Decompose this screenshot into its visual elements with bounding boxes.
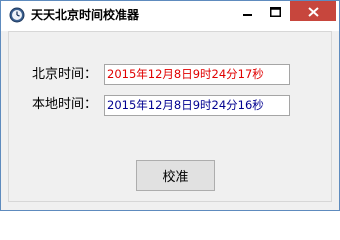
app-window: 天天北京时间校准器 北京时间： 2015年12月8日9时24分17秒 本地时间：… (0, 0, 340, 211)
maximize-button[interactable] (262, 1, 288, 22)
maximize-icon (269, 2, 281, 21)
window-title: 天天北京时间校准器 (31, 8, 140, 22)
close-icon (307, 2, 319, 21)
beijing-time-label: 北京时间： (32, 67, 98, 82)
minimize-icon (243, 2, 253, 21)
close-button[interactable] (290, 1, 336, 21)
title-bar[interactable]: 天天北京时间校准器 (1, 1, 339, 31)
local-time-label: 本地时间： (32, 97, 98, 112)
clock-icon (9, 7, 25, 23)
calibrate-button[interactable]: 校准 (136, 160, 215, 191)
minimize-button[interactable] (235, 1, 261, 22)
beijing-time-field[interactable]: 2015年12月8日9时24分17秒 (104, 64, 290, 85)
local-time-field[interactable]: 2015年12月8日9时24分16秒 (104, 95, 290, 116)
